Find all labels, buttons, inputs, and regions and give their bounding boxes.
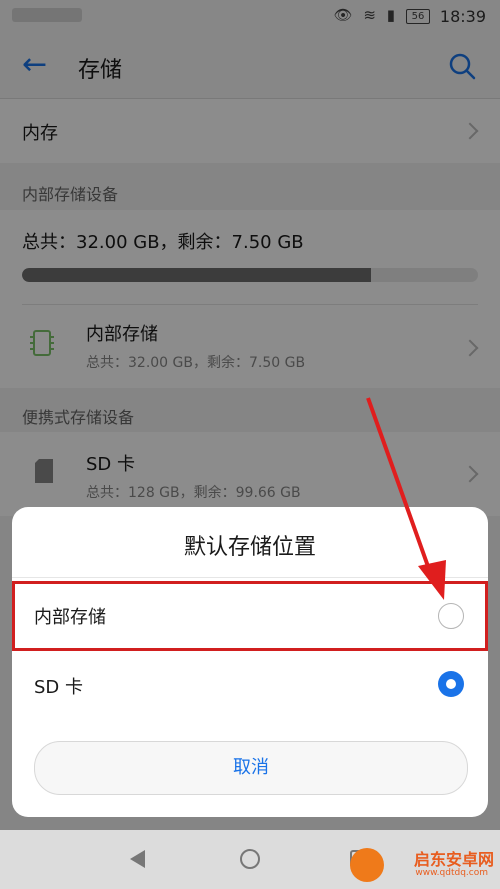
option-label: SD 卡 (34, 677, 84, 698)
watermark-url: www.qdtdq.com (415, 868, 488, 878)
radio-selected-icon[interactable] (438, 671, 464, 697)
divider (12, 577, 488, 578)
nav-back-icon[interactable] (130, 850, 145, 868)
watermark-logo (350, 848, 384, 882)
option-sd-card[interactable]: SD 卡 (12, 651, 488, 721)
dialog-title: 默认存储位置 (183, 535, 316, 560)
watermark-brand: 启东安卓网 (413, 850, 494, 869)
annotation-highlight-box (12, 581, 488, 651)
default-storage-dialog: 默认存储位置 内部存储 SD 卡 取消 (12, 507, 488, 817)
cancel-button[interactable]: 取消 (34, 741, 468, 795)
nav-home-icon[interactable] (240, 849, 260, 869)
